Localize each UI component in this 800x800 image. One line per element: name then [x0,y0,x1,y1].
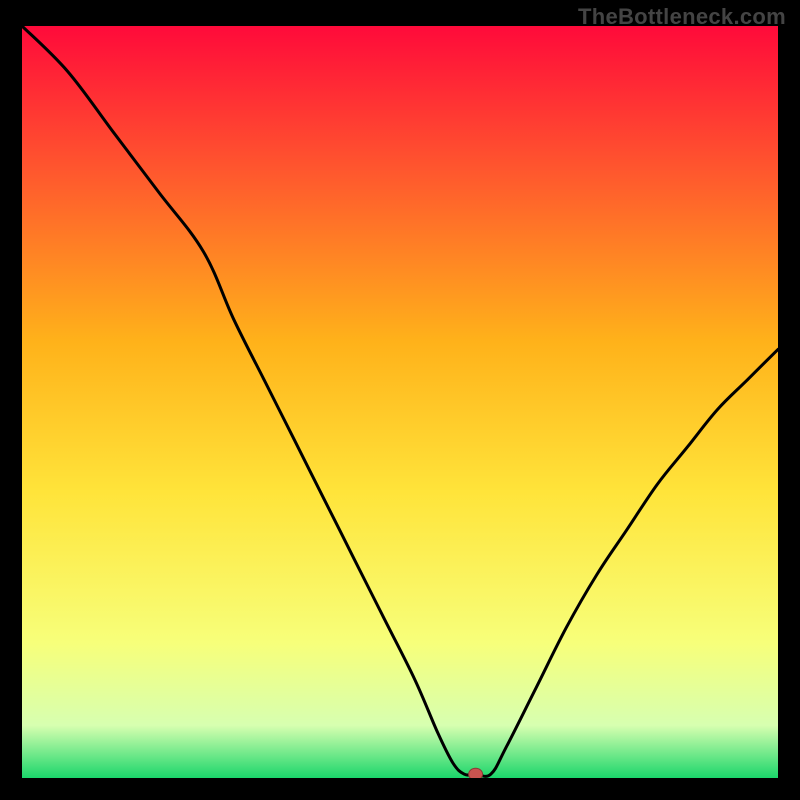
chart-frame: TheBottleneck.com [0,0,800,800]
gradient-background [22,26,778,778]
plot-area [22,26,778,778]
chart-svg [22,26,778,778]
optimal-marker [469,768,483,778]
